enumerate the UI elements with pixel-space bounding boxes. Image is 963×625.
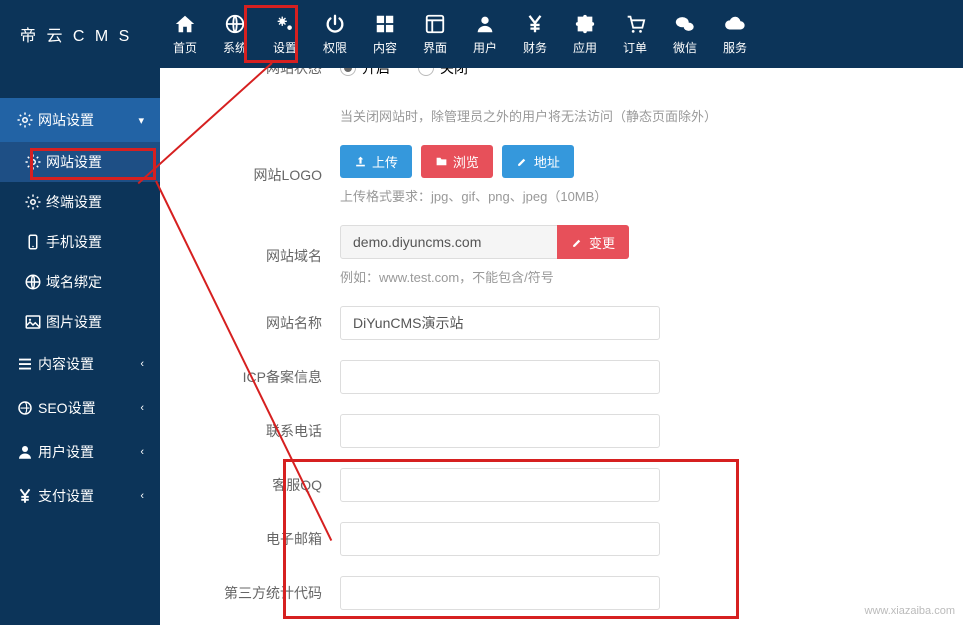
radio-open[interactable]: 开启	[340, 68, 390, 78]
layout-icon	[410, 12, 460, 35]
radio-icon	[418, 68, 434, 76]
nav-order[interactable]: 订单	[610, 2, 660, 66]
domain-input[interactable]	[340, 225, 560, 259]
user-icon	[460, 12, 510, 35]
row-name: 网站名称	[200, 306, 923, 340]
folder-icon	[435, 155, 448, 168]
sidebar-site-settings[interactable]: 网站设置 ▾	[0, 98, 160, 142]
sidebar-terminal-settings[interactable]: 终端设置	[0, 182, 160, 222]
nav-user[interactable]: 用户	[460, 2, 510, 66]
cloud-icon	[710, 12, 760, 35]
yen-icon	[16, 487, 38, 505]
domain-help: 例如：www.test.com，不能包含/符号	[340, 267, 923, 286]
globe-icon	[210, 12, 260, 35]
qq-input[interactable]	[340, 468, 660, 502]
url-button[interactable]: 地址	[502, 145, 574, 178]
header: 帝 云 C M S 首页 系统 设置 权限 内容 界面 用户 财务 应用 订单 …	[0, 0, 963, 68]
sidebar-seo-settings[interactable]: SEO设置‹	[0, 386, 160, 430]
upload-button[interactable]: 上传	[340, 145, 412, 178]
nav-finance[interactable]: 财务	[510, 2, 560, 66]
edit-icon	[571, 236, 584, 249]
row-qq: 客服QQ	[200, 468, 923, 502]
main-content: 网站状态 开启 关闭 当关闭网站时，除管理员之外的用户将无法访问（静态页面除外）…	[160, 68, 963, 625]
chevron-left-icon: ‹	[140, 358, 144, 370]
radio-icon	[340, 68, 356, 76]
top-nav: 首页 系统 设置 权限 内容 界面 用户 财务 应用 订单 微信 服务	[160, 2, 760, 66]
nav-home[interactable]: 首页	[160, 2, 210, 66]
phone-input[interactable]	[340, 414, 660, 448]
upload-icon	[354, 155, 367, 168]
sidebar-payment-settings[interactable]: 支付设置‹	[0, 474, 160, 518]
puzzle-icon	[560, 12, 610, 35]
nav-service[interactable]: 服务	[710, 2, 760, 66]
image-icon	[24, 313, 46, 331]
nav-settings[interactable]: 设置	[260, 2, 310, 66]
sidebar-user-settings[interactable]: 用户设置‹	[0, 430, 160, 474]
row-logo: 网站LOGO 上传 浏览 地址 上传格式要求：jpg、gif、png、jpeg（…	[200, 145, 923, 205]
sidebar-image-settings[interactable]: 图片设置	[0, 302, 160, 342]
ie-icon	[16, 399, 38, 417]
cogs-icon	[260, 12, 310, 35]
sitename-input[interactable]	[340, 306, 660, 340]
cart-icon	[610, 12, 660, 35]
home-icon	[160, 12, 210, 35]
gear-icon	[24, 153, 46, 171]
radio-close[interactable]: 关闭	[418, 68, 468, 78]
row-status: 网站状态 开启 关闭	[200, 68, 923, 78]
chevron-down-icon: ▾	[138, 114, 144, 127]
email-input[interactable]	[340, 522, 660, 556]
list-icon	[16, 355, 38, 373]
chevron-left-icon: ‹	[140, 490, 144, 502]
row-phone: 联系电话	[200, 414, 923, 448]
logo: 帝 云 C M S	[0, 22, 160, 46]
sidebar-content-settings[interactable]: 内容设置‹	[0, 342, 160, 386]
sidebar-site-settings-sub[interactable]: 网站设置	[0, 142, 160, 182]
chevron-left-icon: ‹	[140, 402, 144, 414]
stats-input[interactable]	[340, 576, 660, 610]
sidebar-mobile-settings[interactable]: 手机设置	[0, 222, 160, 262]
row-stats: 第三方统计代码	[200, 576, 923, 610]
chevron-left-icon: ‹	[140, 446, 144, 458]
change-button[interactable]: 变更	[557, 225, 629, 259]
nav-wechat[interactable]: 微信	[660, 2, 710, 66]
mobile-icon	[24, 233, 46, 251]
icp-input[interactable]	[340, 360, 660, 394]
nav-content[interactable]: 内容	[360, 2, 410, 66]
row-icp: ICP备案信息	[200, 360, 923, 394]
gear-icon	[24, 193, 46, 211]
logo-help: 上传格式要求：jpg、gif、png、jpeg（10MB）	[340, 186, 923, 205]
gear-icon	[16, 111, 38, 129]
nav-app[interactable]: 应用	[560, 2, 610, 66]
sidebar: 网站设置 ▾ 网站设置 终端设置 手机设置 域名绑定 图片设置 内容设置‹ SE…	[0, 68, 160, 625]
status-help: 当关闭网站时，除管理员之外的用户将无法访问（静态页面除外）	[340, 106, 923, 125]
sidebar-domain-binding[interactable]: 域名绑定	[0, 262, 160, 302]
power-icon	[310, 12, 360, 35]
user-icon	[16, 443, 38, 461]
nav-interface[interactable]: 界面	[410, 2, 460, 66]
edit-icon	[516, 155, 529, 168]
grid-icon	[360, 12, 410, 35]
row-domain: 网站域名 变更 例如：www.test.com，不能包含/符号	[200, 225, 923, 286]
globe-icon	[24, 273, 46, 291]
nav-system[interactable]: 系统	[210, 2, 260, 66]
browse-button[interactable]: 浏览	[421, 145, 493, 178]
row-email: 电子邮箱	[200, 522, 923, 556]
wechat-icon	[660, 12, 710, 35]
yen-icon	[510, 12, 560, 35]
nav-permission[interactable]: 权限	[310, 2, 360, 66]
